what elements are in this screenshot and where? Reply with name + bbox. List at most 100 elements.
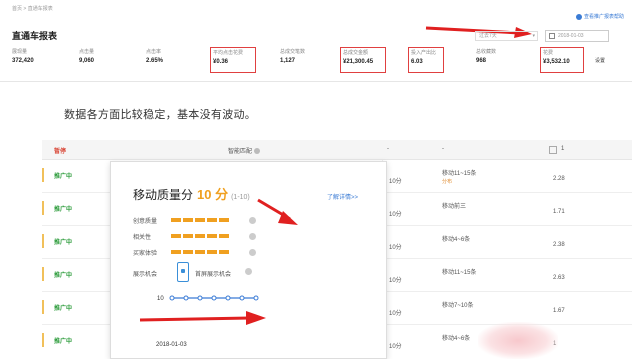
status-label[interactable]: 推广中: [54, 171, 72, 180]
sparkline-point[interactable]: [183, 295, 189, 301]
help-link-label: 查看推广报表帮助: [583, 14, 624, 20]
metric-label: 点击率: [146, 49, 162, 55]
metric-impressions[interactable]: 展现量 372,420: [10, 47, 70, 73]
bid-value: 2.63: [553, 275, 565, 281]
status-indicator: [42, 201, 44, 215]
sparkline-point[interactable]: [169, 295, 175, 301]
dimension-buyer-experience: 买家体验: [133, 248, 256, 257]
header-match-label: 智能匹配: [228, 149, 253, 155]
metric-label: 平均点击花费: [213, 50, 244, 56]
sparkline-point[interactable]: [197, 295, 203, 301]
decorative-overlay: [478, 322, 558, 359]
header-match[interactable]: 智能匹配: [228, 146, 261, 155]
column-checkbox[interactable]: [549, 146, 557, 154]
quality-score: 10分: [389, 245, 402, 251]
metric-cost[interactable]: 花费 ¥3,532.10: [540, 47, 584, 73]
metric-value: ¥21,300.45: [343, 59, 374, 65]
header-right: 1: [561, 146, 565, 152]
settings-link[interactable]: 设置: [595, 57, 605, 64]
quality-score: 10分: [389, 278, 402, 284]
status-indicator: [42, 234, 44, 248]
sparkline-value: 10: [157, 296, 164, 302]
date-input-value: 2018-01-03: [558, 33, 584, 39]
sparkline-point[interactable]: [239, 295, 245, 301]
quality-score-popup: 移动质量分 10 分 (1-10) 了解详情>> 创意质量 相关性 买家体验 展示机…: [110, 161, 387, 359]
status-label[interactable]: 推广中: [54, 237, 72, 246]
sparkline-point[interactable]: [253, 295, 259, 301]
mobile-phone-icon: [177, 262, 189, 282]
metric-label: 花费: [543, 50, 554, 56]
red-arrow-annotation: [139, 311, 266, 325]
status-indicator: [42, 333, 44, 347]
status-indicator: [42, 267, 44, 281]
metric-value: 968: [476, 58, 487, 64]
report-header: 首页 > 直通车报表 查看推广报表帮助 直通车报表 过去7天 ▾ 2018-01-…: [0, 0, 632, 82]
metric-label: 展现量: [12, 49, 28, 55]
show-opportunity-label: 展示机会: [133, 272, 158, 278]
metric-orders[interactable]: 总成交笔数 1,127: [278, 47, 338, 73]
status-label[interactable]: 推广中: [54, 336, 72, 345]
metric-value: ¥0.36: [213, 59, 229, 65]
quality-score: 10分: [389, 179, 402, 185]
metrics-summary: 展现量 372,420 点击量 9,060 点击率 2.65% 平均点击花费 ¥0.36…: [10, 47, 610, 73]
status-indicator: [42, 168, 44, 182]
help-icon[interactable]: [249, 249, 256, 256]
metric-label: 点击量: [79, 49, 95, 55]
help-icon[interactable]: [245, 268, 252, 275]
sparkline-point[interactable]: [211, 295, 217, 301]
rank-label: 移动11~15条: [442, 171, 477, 177]
metric-value: 6.03: [411, 59, 423, 65]
metric-roi[interactable]: 投入产出比 6.03: [408, 47, 444, 73]
header-status[interactable]: 暂停: [54, 146, 66, 155]
quality-score: 10分: [389, 311, 402, 317]
bid-value: 1.67: [553, 308, 565, 314]
quality-score: 10分: [389, 344, 402, 350]
metric-ctr[interactable]: 点击率 2.65%: [144, 47, 204, 73]
bid-value: 2.38: [553, 242, 565, 248]
sparkline-point[interactable]: [225, 295, 231, 301]
date-input[interactable]: 2018-01-03: [545, 30, 609, 42]
status-label[interactable]: 推广中: [54, 270, 72, 279]
bid-value: 1.71: [553, 209, 565, 215]
status-label[interactable]: 推广中: [54, 204, 72, 213]
learn-more-link[interactable]: 了解详情>>: [327, 192, 358, 201]
status-indicator: [42, 300, 44, 314]
rank-distribution-link[interactable]: 分布: [442, 178, 452, 185]
rank-label: 移动4~6条: [442, 237, 471, 243]
dimension-label: 相关性: [133, 235, 152, 241]
dimension-label: 买家体验: [133, 251, 158, 257]
metric-label: 总成交金额: [343, 50, 369, 56]
metric-label: 总收藏数: [476, 49, 497, 55]
article-caption: 数据各方面比较稳定，基本没有波动。: [64, 109, 257, 121]
metric-value: 1,127: [280, 58, 296, 64]
show-opportunity-value: 首屏展示机会: [195, 272, 232, 278]
phone-screen-icon: [181, 269, 185, 273]
quality-score-sparkline: [169, 295, 259, 301]
help-link[interactable]: 查看推广报表帮助: [575, 13, 624, 20]
metric-value: 9,060: [79, 58, 95, 64]
status-label[interactable]: 推广中: [54, 303, 72, 312]
red-arrow-annotation: [257, 198, 298, 225]
page-title: 直通车报表: [12, 31, 58, 41]
metric-value: ¥3,532.10: [543, 59, 570, 65]
rank-label: 移动4~6条: [442, 336, 471, 342]
metric-value: 372,420: [12, 58, 34, 64]
sparkline-date: 2018-01-03: [156, 342, 187, 348]
rank-label: 移动7~10条: [442, 303, 474, 309]
metric-label: 总成交笔数: [280, 49, 306, 55]
date-range-select[interactable]: 过去7天 ▾: [475, 31, 538, 41]
score-cells: [171, 250, 231, 256]
breadcrumb[interactable]: 首页 > 直通车报表: [12, 5, 53, 12]
metric-avg-cpc[interactable]: 平均点击花费 ¥0.36: [210, 47, 256, 73]
date-range-label: 过去7天: [479, 33, 497, 39]
chevron-down-icon: ▾: [532, 33, 535, 39]
metric-favorites[interactable]: 总收藏数 968: [474, 47, 524, 73]
metric-gmv[interactable]: 总成交金额 ¥21,300.45: [340, 47, 386, 73]
bid-value: 2.28: [553, 176, 565, 182]
metric-value: 2.65%: [146, 58, 164, 64]
header-dash: -: [387, 146, 389, 152]
table-header: 暂停 智能匹配 - - 1: [42, 140, 632, 160]
rank-label: 移动前三: [442, 204, 467, 210]
metric-clicks[interactable]: 点击量 9,060: [77, 47, 137, 73]
calendar-icon: [549, 33, 555, 39]
